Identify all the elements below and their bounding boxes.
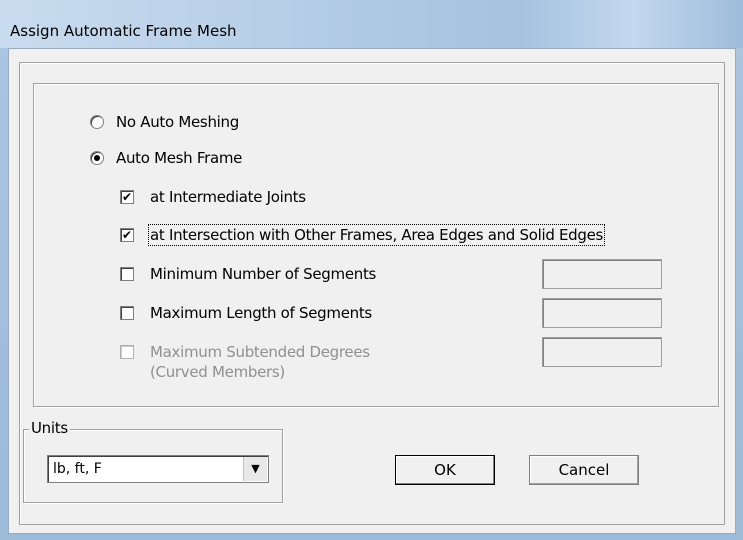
curved-members-note: (Curved Members) — [150, 363, 285, 381]
max-length-field[interactable] — [542, 298, 662, 328]
intersection-option[interactable]: ✔ at Intersection with Other Frames, Are… — [120, 224, 606, 246]
units-legend: Units — [29, 419, 70, 437]
max-subtended-option: Maximum Subtended Degrees — [120, 343, 370, 361]
no-auto-meshing-label: No Auto Meshing — [116, 113, 239, 131]
chevron-down-icon[interactable]: ▼ — [243, 457, 267, 481]
intermediate-joints-option[interactable]: ✔ at Intermediate Joints — [120, 188, 306, 206]
radio-selected-dot — [94, 155, 100, 161]
intermediate-joints-label: at Intermediate Joints — [150, 188, 306, 206]
intersection-label: at Intersection with Other Frames, Area … — [147, 224, 606, 246]
max-subtended-field — [542, 337, 662, 367]
max-subtended-label: Maximum Subtended Degrees — [150, 343, 370, 361]
intermediate-joints-checkbox[interactable]: ✔ — [120, 190, 134, 204]
max-length-checkbox[interactable] — [120, 306, 134, 320]
auto-mesh-frame-radio[interactable] — [90, 151, 104, 165]
max-subtended-checkbox — [120, 345, 134, 359]
dialog-client-area: No Auto Meshing Auto Mesh Frame ✔ at Int… — [8, 48, 736, 534]
min-segments-option[interactable]: Minimum Number of Segments — [120, 265, 376, 283]
window-title: Assign Automatic Frame Mesh — [10, 22, 237, 40]
max-length-label: Maximum Length of Segments — [150, 304, 372, 322]
units-selected-value: lb, ft, F — [53, 461, 102, 477]
no-auto-meshing-radio[interactable] — [90, 115, 104, 129]
intersection-checkbox[interactable]: ✔ — [120, 228, 134, 242]
min-segments-label: Minimum Number of Segments — [150, 265, 377, 283]
mesh-options-group: No Auto Meshing Auto Mesh Frame ✔ at Int… — [33, 83, 719, 407]
min-segments-checkbox[interactable] — [120, 267, 134, 281]
min-segments-field[interactable] — [542, 259, 662, 289]
curved-members-label: (Curved Members) — [150, 363, 285, 381]
auto-mesh-frame-label: Auto Mesh Frame — [116, 149, 243, 167]
units-dropdown[interactable]: lb, ft, F ▼ — [47, 455, 269, 483]
max-length-option[interactable]: Maximum Length of Segments — [120, 304, 372, 322]
ok-button[interactable]: OK — [395, 455, 495, 485]
title-bar[interactable]: Assign Automatic Frame Mesh — [0, 0, 743, 48]
dialog-window: Assign Automatic Frame Mesh No Auto Mesh… — [0, 0, 743, 540]
no-auto-meshing-option[interactable]: No Auto Meshing — [90, 113, 239, 131]
cancel-button[interactable]: Cancel — [529, 455, 639, 485]
auto-mesh-frame-option[interactable]: Auto Mesh Frame — [90, 149, 242, 167]
